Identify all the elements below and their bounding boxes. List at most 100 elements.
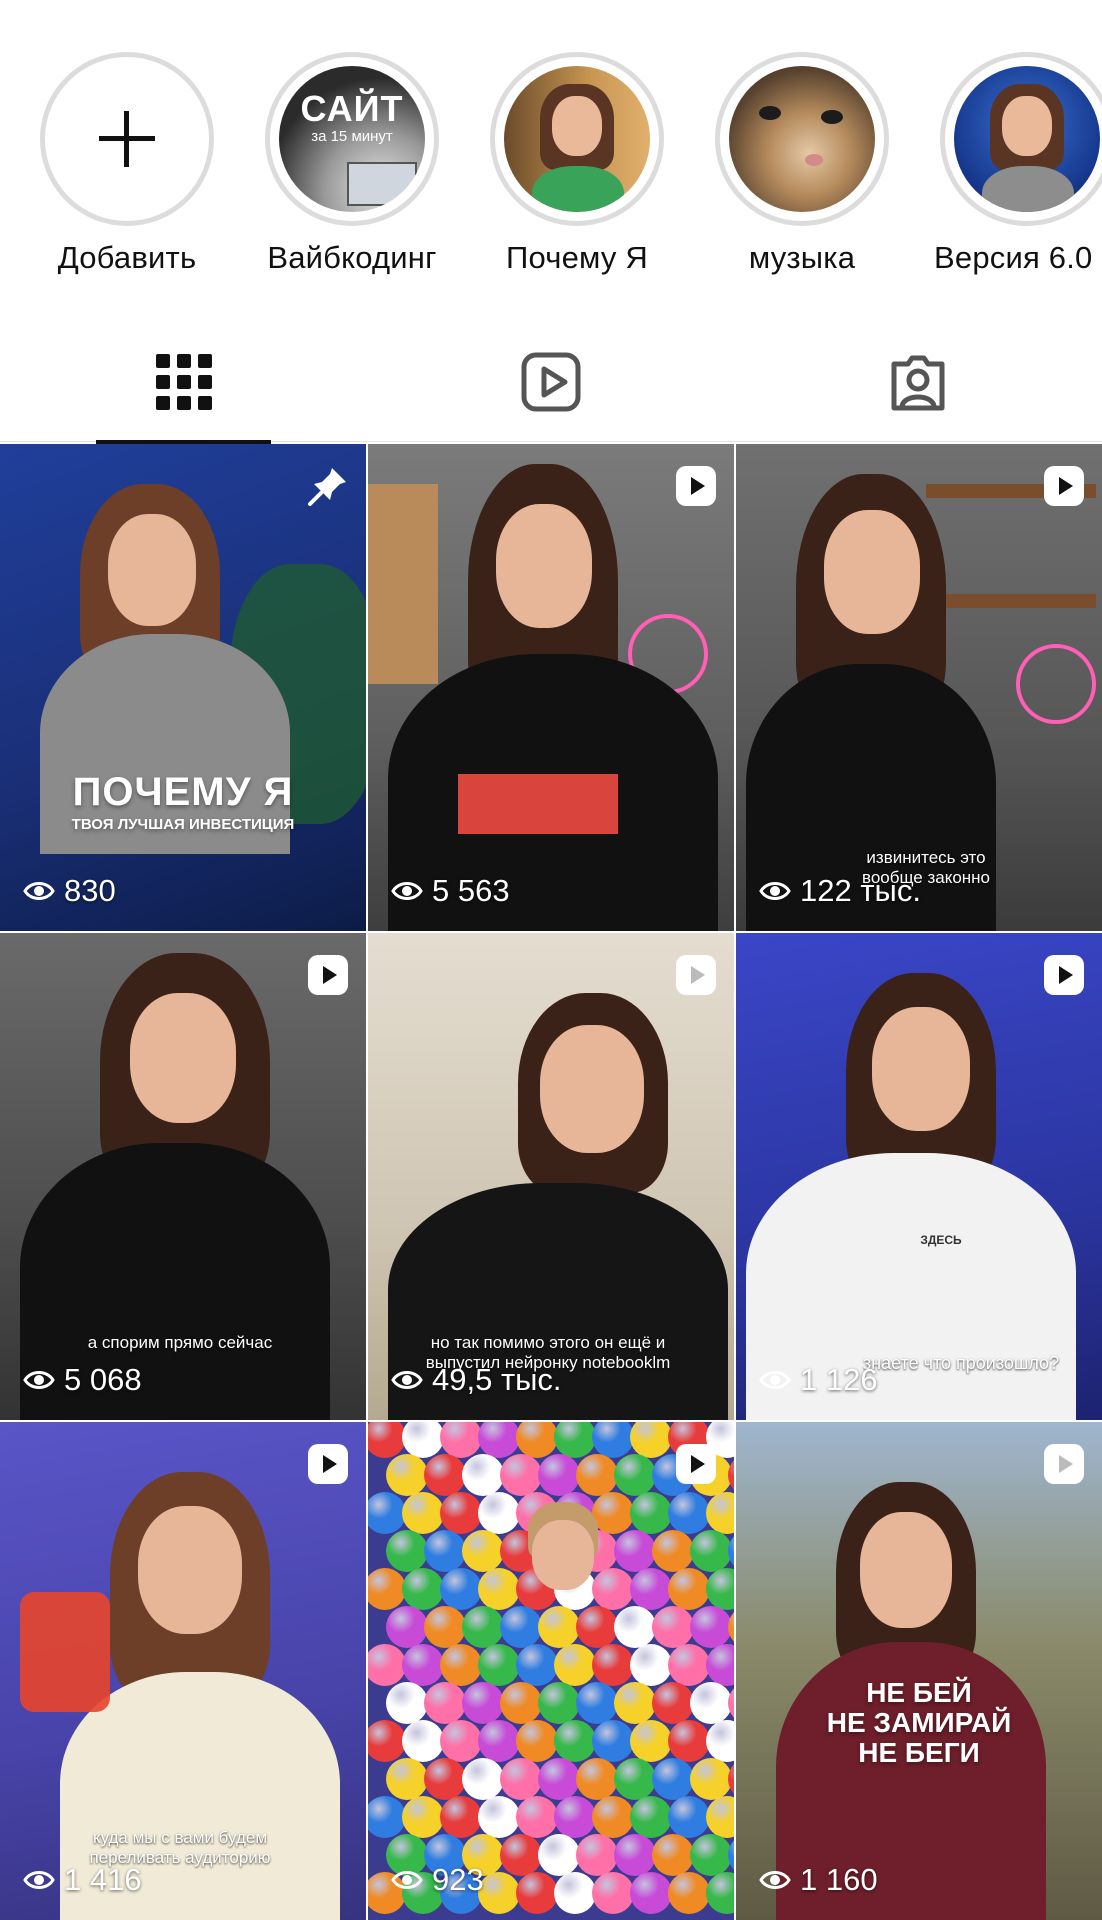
pin-icon	[308, 468, 346, 506]
ball	[614, 1454, 656, 1496]
post-tile[interactable]: а спорим прямо сейчас 5 068	[0, 933, 366, 1420]
ball	[440, 1492, 482, 1534]
view-count: 1 160	[758, 1860, 878, 1900]
ball	[368, 1720, 406, 1762]
view-count-value: 1 160	[800, 1862, 878, 1897]
highlight-add-ring[interactable]	[40, 52, 214, 226]
ball	[386, 1682, 428, 1724]
highlight-version[interactable]: Версия 6.0	[904, 52, 1102, 282]
ball	[538, 1454, 580, 1496]
view-count-value: 830	[64, 873, 116, 908]
ball	[424, 1454, 466, 1496]
view-count-value: 1 416	[64, 1862, 142, 1897]
highlight-cover-ring[interactable]	[715, 52, 889, 226]
post-tile[interactable]: ПОЧЕМУ Я ТВОЯ ЛУЧШАЯ ИНВЕСТИЦИЯ 830	[0, 444, 366, 931]
post-tile[interactable]: ЗДЕСЬ знаете что произошло? 1 126	[736, 933, 1102, 1420]
ball	[614, 1606, 656, 1648]
tab-reels[interactable]	[367, 330, 734, 442]
highlight-cover-ring[interactable]	[490, 52, 664, 226]
tab-posts[interactable]	[0, 330, 367, 444]
eye-icon	[759, 882, 791, 900]
ball	[368, 1422, 406, 1458]
ball	[424, 1530, 466, 1572]
highlight-label: Почему Я	[506, 240, 648, 275]
drink-glass	[20, 1592, 110, 1712]
ball	[424, 1758, 466, 1800]
ball	[478, 1568, 520, 1610]
ball	[576, 1606, 618, 1648]
ball	[554, 1872, 596, 1914]
ball	[706, 1492, 734, 1534]
ball	[538, 1606, 580, 1648]
highlight-music[interactable]: музыка	[679, 52, 899, 282]
view-count: 49,5 тыс.	[390, 1360, 562, 1400]
highlight-cover-ring[interactable]	[940, 52, 1102, 226]
ball	[368, 1796, 406, 1838]
ball	[614, 1758, 656, 1800]
post-title: НЕ БЕЙ НЕ ЗАМИРАЙ НЕ БЕГИ	[736, 1678, 1102, 1768]
ball	[402, 1796, 444, 1838]
ball	[462, 1758, 504, 1800]
ball	[576, 1682, 618, 1724]
ball	[592, 1796, 634, 1838]
posts-grid: ПОЧЕМУ Я ТВОЯ ЛУЧШАЯ ИНВЕСТИЦИЯ 830 5 56…	[0, 444, 1102, 1920]
reel-icon	[676, 955, 716, 995]
reels-icon	[521, 352, 580, 412]
ball	[424, 1682, 466, 1724]
ball	[728, 1682, 734, 1724]
highlight-label: Версия 6.0	[934, 240, 1093, 275]
ball	[728, 1606, 734, 1648]
cat-nose	[805, 154, 823, 166]
ball	[728, 1530, 734, 1572]
post-title-line: НЕ ЗАМИРАЙ	[826, 1707, 1012, 1738]
view-count: 122 тыс.	[758, 871, 921, 911]
ball-pit	[368, 1422, 734, 1920]
ball	[462, 1454, 504, 1496]
ball	[538, 1834, 580, 1876]
post-tile[interactable]: НЕ БЕЙ НЕ ЗАМИРАЙ НЕ БЕГИ 1 160	[736, 1422, 1102, 1920]
ball	[630, 1644, 672, 1686]
ball	[652, 1530, 694, 1572]
ball	[706, 1568, 734, 1610]
highlight-label: музыка	[748, 240, 856, 275]
post-subtitle: ТВОЯ ЛУЧШАЯ ИНВЕСТИЦИЯ	[71, 816, 295, 833]
post-tile[interactable]: но так помимо этого он ещё и выпустил не…	[368, 933, 734, 1420]
eye-icon	[759, 1871, 791, 1889]
ball	[690, 1606, 732, 1648]
highlight-why-me[interactable]: Почему Я	[454, 52, 674, 282]
reel-icon	[1044, 1444, 1084, 1484]
ball	[500, 1606, 542, 1648]
ball	[592, 1720, 634, 1762]
ball	[554, 1422, 596, 1458]
highlight-vibecoding[interactable]: САЙТ за 15 минут Вайбкодинг	[229, 52, 449, 282]
person-face	[138, 1506, 242, 1634]
view-count: 1 126	[758, 1360, 878, 1400]
reel-icon	[1044, 955, 1084, 995]
ball	[538, 1682, 580, 1724]
post-tile[interactable]: 923	[368, 1422, 734, 1920]
reel-icon	[676, 466, 716, 506]
reel-icon	[308, 955, 348, 995]
reel-icon	[676, 1444, 716, 1484]
highlight-cover-ring[interactable]: САЙТ за 15 минут	[265, 52, 439, 226]
highlight-add[interactable]: Добавить	[4, 52, 224, 282]
ball	[402, 1720, 444, 1762]
post-tile[interactable]: куда мы с вами будем переливать аудитори…	[0, 1422, 366, 1920]
ball	[402, 1492, 444, 1534]
highlight-cover	[504, 66, 650, 212]
post-tile[interactable]: извинитесь это вообще законно 122 тыс.	[736, 444, 1102, 931]
ball	[576, 1454, 618, 1496]
ball	[706, 1872, 734, 1914]
view-count: 5 068	[22, 1360, 142, 1400]
ball	[402, 1422, 444, 1458]
ball	[554, 1796, 596, 1838]
ball	[554, 1720, 596, 1762]
ball	[440, 1720, 482, 1762]
post-tile[interactable]: 5 563	[368, 444, 734, 931]
ball	[630, 1796, 672, 1838]
ball	[516, 1422, 558, 1458]
ball	[652, 1606, 694, 1648]
child-face	[532, 1520, 594, 1590]
tab-tagged[interactable]	[734, 330, 1101, 442]
ball	[652, 1758, 694, 1800]
